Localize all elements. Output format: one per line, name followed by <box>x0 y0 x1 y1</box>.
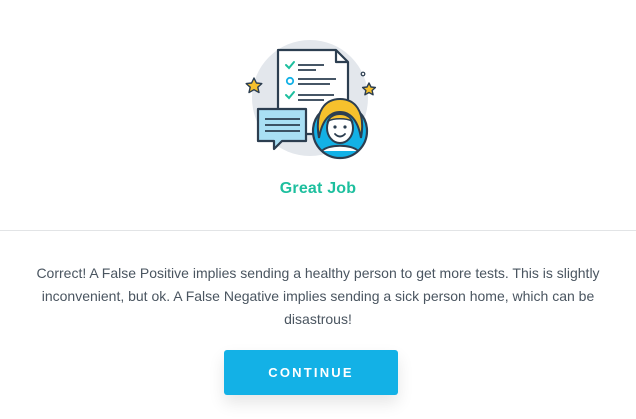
result-header: Great Job <box>0 0 636 230</box>
checklist-avatar-illustration-icon <box>245 40 377 160</box>
result-title: Great Job <box>279 180 357 197</box>
section-divider <box>0 230 636 231</box>
feedback-text: Correct! A False Positive implies sendin… <box>36 265 600 327</box>
continue-button[interactable]: CONTINUE <box>224 350 398 395</box>
